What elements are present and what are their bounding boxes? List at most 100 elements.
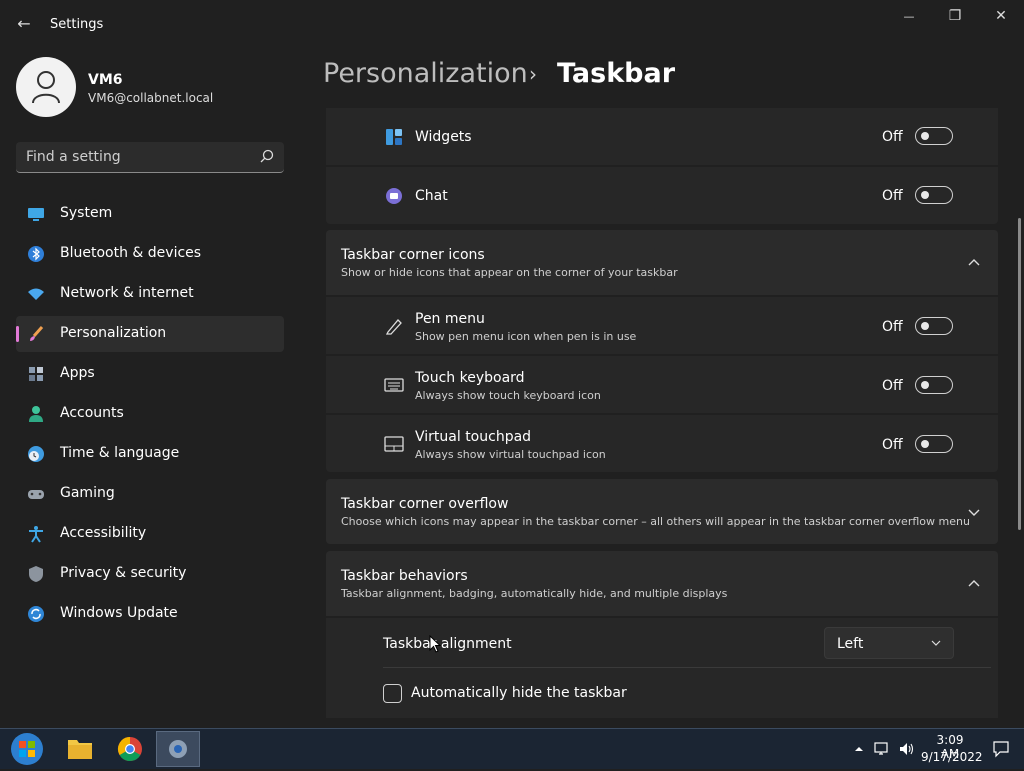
chrome-icon (117, 737, 142, 762)
sidebar-item-apps[interactable]: Apps (16, 356, 284, 392)
close-icon: ✕ (995, 8, 1007, 24)
monitor-icon (28, 208, 44, 221)
sidebar-item-accessibility[interactable]: Accessibility (16, 516, 284, 552)
restore-icon: ❐ (948, 8, 962, 24)
toggle-knob (921, 322, 929, 330)
user-email: VM6@collabnet.local (88, 91, 214, 105)
widgets-state: Off (882, 129, 903, 145)
corner-overflow-title: Taskbar corner overflow (341, 496, 509, 512)
notification-icon[interactable] (992, 740, 1010, 758)
corner-overflow-description: Choose which icons may appear in the tas… (341, 515, 970, 528)
scrollbar[interactable] (1018, 218, 1021, 530)
minimize-button[interactable]: — (886, 0, 932, 32)
corner-icons-header[interactable]: Taskbar corner icons Show or hide icons … (326, 230, 998, 295)
keyboard-icon (384, 378, 404, 392)
folder-icon (68, 740, 92, 759)
brush-icon (30, 326, 44, 341)
alignment-dropdown[interactable]: Left (824, 627, 954, 659)
sidebar-item-label: Time & language (60, 445, 180, 461)
sidebar-item-label: Gaming (60, 485, 115, 501)
widgets-label: Widgets (415, 129, 472, 145)
maximize-button[interactable]: ❐ (932, 0, 978, 32)
person-icon (29, 406, 43, 422)
chevron-up-icon[interactable] (966, 255, 982, 271)
sidebar-item-label: Personalization (60, 325, 167, 341)
breadcrumb-parent[interactable]: Personalization (323, 58, 528, 89)
corner-icons-description: Show or hide icons that appear on the co… (341, 266, 678, 279)
accessibility-icon (29, 526, 43, 543)
sidebar-item-personalization[interactable]: Personalization (16, 316, 284, 352)
gear-icon (169, 740, 187, 758)
sidebar-item-label: Accounts (60, 405, 124, 421)
touchpad-icon (384, 436, 404, 452)
pen-menu-description: Show pen menu icon when pen is in use (415, 330, 637, 343)
touch-keyboard-description: Always show touch keyboard icon (415, 389, 601, 402)
sidebar-item-system[interactable]: System (16, 196, 284, 232)
bluetooth-icon (28, 246, 44, 262)
pen-menu-toggle[interactable] (915, 317, 953, 335)
virtual-touchpad-state: Off (882, 437, 903, 453)
behaviors-title: Taskbar behaviors (341, 568, 468, 584)
sidebar-item-label: Apps (60, 365, 95, 381)
close-button[interactable]: ✕ (978, 0, 1024, 32)
chat-toggle[interactable] (915, 186, 953, 204)
pen-menu-state: Off (882, 319, 903, 335)
alignment-value: Left (837, 636, 864, 652)
clock-date[interactable]: 9/17/2022 (921, 750, 983, 764)
start-button[interactable] (5, 731, 49, 767)
file-explorer-button[interactable] (58, 731, 102, 767)
virtual-touchpad-toggle[interactable] (915, 435, 953, 453)
windows-taskbar: 3:09 AM 9/17/2022 (0, 728, 1024, 769)
toggle-knob (921, 381, 929, 389)
sidebar-item-privacy[interactable]: Privacy & security (16, 556, 284, 592)
settings-taskbar-button[interactable] (156, 731, 200, 767)
chevron-up-icon[interactable] (966, 576, 982, 592)
minimize-icon: — (903, 10, 915, 23)
corner-overflow-header[interactable]: Taskbar corner overflow Choose which ico… (326, 479, 998, 544)
sidebar-item-label: Windows Update (60, 605, 178, 621)
sidebar-item-bluetooth[interactable]: Bluetooth & devices (16, 236, 284, 272)
pen-menu-row: Pen menu Show pen menu icon when pen is … (326, 297, 998, 354)
touch-keyboard-toggle[interactable] (915, 376, 953, 394)
volume-icon[interactable] (898, 740, 916, 758)
window-title: Settings (50, 17, 104, 32)
chevron-up-icon[interactable] (850, 740, 868, 758)
chrome-button[interactable] (108, 731, 152, 767)
sidebar-item-accounts[interactable]: Accounts (16, 396, 284, 432)
breadcrumb-separator-icon: › (529, 62, 537, 86)
search-input[interactable]: Find a setting (16, 142, 284, 173)
virtual-touchpad-description: Always show virtual touchpad icon (415, 448, 606, 461)
virtual-touchpad-label: Virtual touchpad (415, 429, 532, 445)
sidebar-item-label: Bluetooth & devices (60, 245, 202, 261)
autohide-label: Automatically hide the taskbar (411, 685, 627, 701)
network-icon[interactable] (873, 740, 891, 758)
chevron-down-icon (931, 640, 941, 646)
sidebar-item-time-language[interactable]: Time & language (16, 436, 284, 472)
touch-keyboard-state: Off (882, 378, 903, 394)
sidebar-item-windows-update[interactable]: Windows Update (16, 596, 284, 632)
toggle-knob (921, 132, 929, 140)
pen-icon (385, 319, 402, 335)
gamepad-icon (28, 490, 44, 499)
corner-icons-title: Taskbar corner icons (341, 247, 485, 263)
search-placeholder: Find a setting (26, 149, 121, 165)
chevron-down-icon[interactable] (966, 504, 982, 520)
windows-logo-icon (11, 733, 43, 765)
search-icon[interactable] (260, 149, 274, 163)
alignment-label: Taskbar alignment (383, 636, 512, 652)
chat-state: Off (882, 188, 903, 204)
touch-keyboard-label: Touch keyboard (415, 370, 525, 386)
autohide-checkbox[interactable] (383, 684, 402, 703)
toggle-knob (921, 440, 929, 448)
sidebar-item-network[interactable]: Network & internet (16, 276, 284, 312)
globe-clock-icon (28, 446, 44, 462)
sidebar-item-gaming[interactable]: Gaming (16, 476, 284, 512)
mouse-cursor-icon (429, 635, 441, 653)
widgets-toggle[interactable] (915, 127, 953, 145)
sidebar-item-label: Network & internet (60, 285, 194, 301)
back-arrow-icon[interactable]: ← (14, 14, 34, 34)
behaviors-header[interactable]: Taskbar behaviors Taskbar alignment, bad… (326, 551, 998, 616)
touch-keyboard-row: Touch keyboard Always show touch keyboar… (326, 356, 998, 413)
divider (383, 667, 991, 668)
avatar[interactable] (16, 57, 76, 117)
